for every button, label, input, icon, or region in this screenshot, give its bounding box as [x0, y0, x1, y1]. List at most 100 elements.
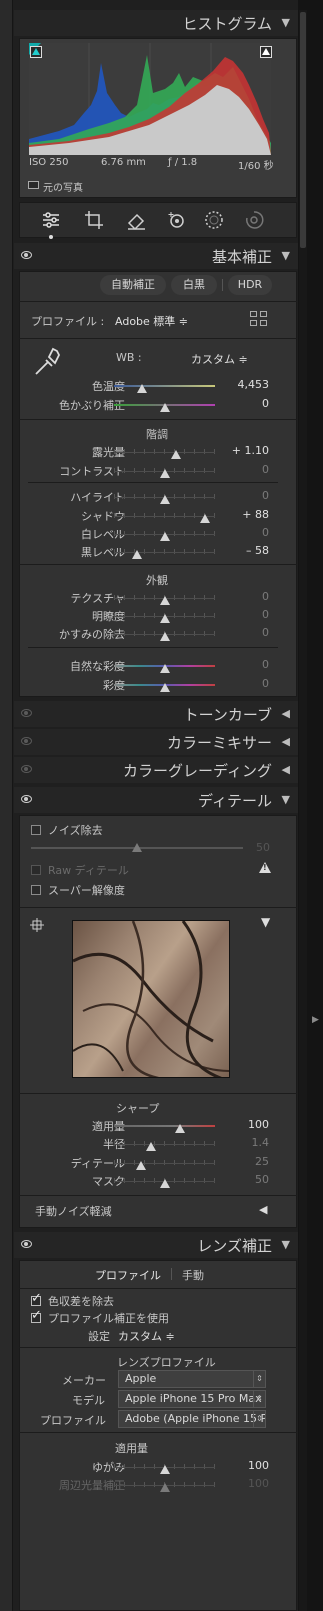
slider-thumb[interactable] [137, 384, 148, 393]
slider-dehaze[interactable]: かすみの除去 0 [19, 626, 297, 642]
manual-noise-reduction-label[interactable]: 手動ノイズ軽減 [35, 1203, 112, 1219]
basic-panel-header[interactable]: 基本補正 ▼ [14, 243, 298, 269]
slider-highlights[interactable]: ハイライト 0 [19, 489, 297, 505]
crop-icon[interactable] [83, 209, 105, 231]
slider-blacks[interactable]: 黒レベル – 58 [19, 544, 297, 560]
make-select[interactable]: Apple ⇕ [118, 1370, 266, 1388]
scrollbar-thumb[interactable] [300, 12, 306, 248]
setup-select[interactable]: カスタム ≑ [118, 1328, 175, 1344]
collapse-triangle-icon[interactable]: ▼ [282, 16, 290, 29]
lens-profile-select[interactable]: Adobe (Apple iPhone 15 Pro...⇕ [118, 1410, 266, 1428]
slider-thumb[interactable] [136, 1161, 147, 1170]
presets-icon[interactable] [243, 209, 265, 231]
slider-thumb[interactable] [159, 403, 170, 412]
collapse-triangle-icon[interactable]: ▼ [282, 793, 290, 806]
profile-select[interactable]: Adobe 標準 ≑ [115, 313, 188, 329]
presence-section-label: 外観 [146, 574, 168, 587]
slider-saturation[interactable]: 彩度0 [19, 677, 297, 693]
collapse-triangle-icon[interactable]: ▼ [282, 1238, 290, 1251]
slider-thumb[interactable] [159, 532, 170, 541]
collapse-triangle-icon[interactable]: ▼ [282, 249, 290, 262]
slider-exposure[interactable]: 露光量 + 1.10 [19, 444, 297, 460]
lens-visibility-eye-icon[interactable] [21, 1240, 32, 1248]
slider-vignetting[interactable]: 周辺光量補正 100 [19, 1477, 297, 1493]
super-resolution-checkbox[interactable] [31, 885, 41, 895]
slider-clarity[interactable]: 明瞭度 0 [19, 608, 297, 624]
lens-tab-manual[interactable]: 手動 [182, 1267, 204, 1283]
slider-vibrance[interactable]: 自然な彩度 0 [19, 658, 297, 674]
slider-tint[interactable]: 色かぶり補正 0 [19, 397, 297, 413]
slider-sharpen-amount[interactable]: 適用量 100 [19, 1118, 297, 1134]
tone-curve-visibility-eye-icon[interactable] [21, 709, 32, 717]
slider-sharpen-radius[interactable]: 半径1.4 [19, 1136, 297, 1152]
color-grading-header[interactable]: カラーグレーディング ◀ [14, 757, 298, 783]
slider-track[interactable] [114, 385, 215, 387]
masking-icon[interactable] [203, 209, 225, 231]
slider-distortion[interactable]: ゆがみ 100 [19, 1459, 297, 1475]
slider-thumb[interactable] [159, 596, 170, 605]
slider-contrast[interactable]: コントラスト 0 [19, 463, 297, 479]
remove-ca-label: 色収差を除去 [48, 1295, 114, 1308]
slider-thumb[interactable] [159, 1483, 170, 1492]
wb-eyedropper-icon[interactable] [30, 346, 62, 378]
color-mixer-visibility-eye-icon[interactable] [21, 737, 32, 745]
wb-select[interactable]: カスタム ≑ [191, 351, 248, 367]
model-select[interactable]: Apple iPhone 15 Pro Max ba...⇕ [118, 1390, 266, 1408]
slider-thumb[interactable] [174, 1124, 185, 1133]
slider-thumb[interactable] [159, 469, 170, 478]
color-mixer-header[interactable]: カラーミキサー ◀ [14, 729, 298, 755]
slider-sharpen-detail[interactable]: ディテール 25 [19, 1155, 297, 1171]
basic-visibility-eye-icon[interactable] [21, 251, 32, 259]
detail-target-crosshair-icon[interactable] [30, 918, 44, 932]
lens-panel-header[interactable]: レンズ補正 ▼ [14, 1232, 298, 1258]
noise-reduction-checkbox[interactable] [31, 825, 41, 835]
raw-detail-checkbox[interactable] [31, 865, 41, 875]
expand-triangle-icon[interactable]: ◀ [282, 763, 290, 776]
detail-preview-image[interactable] [72, 920, 230, 1078]
noise-slider-thumb[interactable] [132, 843, 142, 852]
slider-whites[interactable]: 白レベル 0 [19, 526, 297, 542]
highlight-clipping-toggle[interactable] [260, 46, 272, 58]
auto-button[interactable]: 自動補正 [100, 275, 166, 295]
tone-curve-title: トーンカーブ [183, 706, 272, 724]
slider-thumb[interactable] [159, 1179, 170, 1188]
bw-button[interactable]: 白黒 [171, 275, 217, 295]
slider-thumb[interactable] [159, 683, 170, 692]
color-grading-visibility-eye-icon[interactable] [21, 765, 32, 773]
slider-thumb[interactable] [159, 614, 170, 623]
expand-triangle-icon[interactable]: ◀ [282, 735, 290, 748]
slider-shadows[interactable]: シャドウ + 88 [19, 508, 297, 524]
detail-visibility-eye-icon[interactable] [21, 795, 32, 803]
lens-tab-profile[interactable]: プロファイル [95, 1267, 161, 1283]
profile-browser-grid-icon[interactable] [250, 311, 268, 327]
original-photo-checkbox[interactable] [28, 181, 39, 189]
slider-thumb[interactable] [170, 450, 181, 459]
slider-thumb[interactable] [159, 632, 170, 641]
slider-sharpen-masking[interactable]: マスク 50 [19, 1173, 297, 1189]
slider-thumb[interactable] [159, 495, 170, 504]
shadow-clipping-toggle[interactable] [30, 46, 42, 58]
slider-thumb[interactable] [159, 1465, 170, 1474]
scrollbar-track[interactable] [299, 10, 307, 1611]
slider-track[interactable] [114, 1125, 215, 1127]
slider-thumb[interactable] [199, 514, 210, 523]
hdr-button[interactable]: HDR [228, 275, 272, 295]
detail-panel-header[interactable]: ディテール ▼ [14, 787, 298, 813]
color-grading-title: カラーグレーディング [123, 762, 272, 780]
left-edge-strip [0, 0, 13, 1611]
preview-toggle-triangle-icon[interactable]: ▼ [261, 915, 270, 929]
histogram-header[interactable]: ヒストグラム ▼ [14, 10, 298, 36]
slider-thumb[interactable] [132, 550, 143, 559]
healing-eraser-icon[interactable] [125, 209, 147, 231]
expand-triangle-icon[interactable]: ◀ [282, 707, 290, 720]
redeye-icon[interactable] [166, 209, 188, 231]
slider-texture[interactable]: テクスチャ 0 [19, 590, 297, 606]
collapse-right-panel-icon[interactable]: ▶ [312, 1015, 319, 1025]
expand-triangle-icon[interactable]: ◀ [259, 1203, 267, 1216]
tone-curve-header[interactable]: トーンカーブ ◀ [14, 701, 298, 727]
slider-value: – 58 [246, 544, 269, 557]
edit-sliders-icon[interactable] [40, 209, 62, 231]
slider-thumb[interactable] [159, 664, 170, 673]
slider-temp[interactable]: 色温度 4,453 [19, 378, 297, 394]
slider-thumb[interactable] [146, 1142, 157, 1151]
